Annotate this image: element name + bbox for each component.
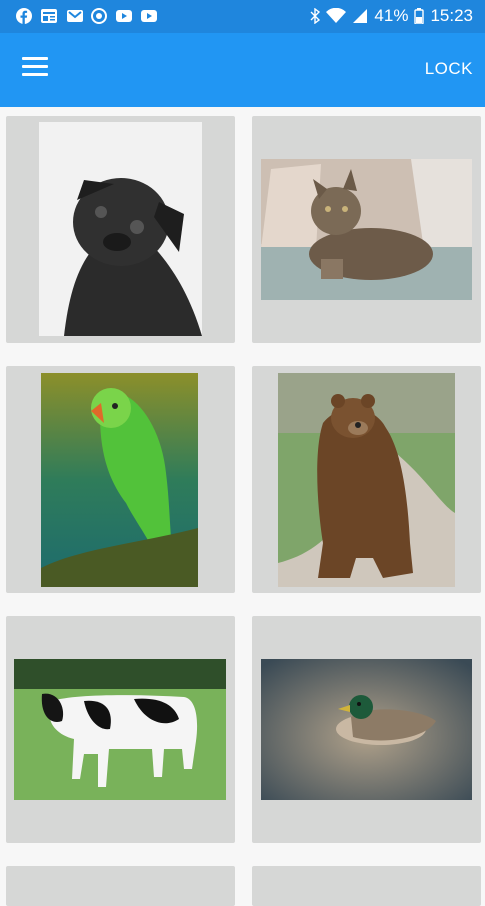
gallery-card-pug[interactable] — [6, 116, 235, 343]
gallery-card-parrot[interactable] — [6, 366, 235, 593]
battery-icon — [414, 8, 425, 24]
youtube-icon — [115, 8, 132, 24]
app-bar: LOCK — [0, 33, 485, 107]
brown-bear-image — [278, 373, 455, 587]
vpn-icon — [91, 8, 107, 24]
mail-icon — [66, 8, 83, 24]
gallery-card-partial[interactable] — [252, 866, 481, 906]
gallery-card-bear[interactable] — [252, 366, 481, 593]
gallery-card-duck[interactable] — [252, 616, 481, 843]
tabby-cat-image — [261, 159, 472, 300]
green-parrot-image — [41, 373, 198, 587]
lock-button[interactable]: LOCK — [425, 59, 473, 79]
holstein-cow-image — [14, 659, 226, 800]
status-bar: 41% 15:23 — [0, 0, 485, 33]
pug-image — [39, 122, 202, 336]
hamburger-menu-icon[interactable] — [22, 57, 52, 83]
gallery-card-partial[interactable] — [6, 866, 235, 906]
clock-time: 15:23 — [430, 6, 473, 25]
gallery-card-cat[interactable] — [252, 116, 481, 343]
signal-icon — [352, 8, 368, 24]
facebook-icon — [16, 8, 32, 24]
news-icon — [40, 8, 57, 24]
bluetooth-icon — [310, 8, 321, 24]
gallery-card-cow[interactable] — [6, 616, 235, 843]
mallard-duck-image — [261, 659, 472, 800]
wifi-icon — [326, 8, 347, 24]
youtube-icon — [140, 8, 157, 24]
battery-level: 41% — [374, 6, 409, 25]
